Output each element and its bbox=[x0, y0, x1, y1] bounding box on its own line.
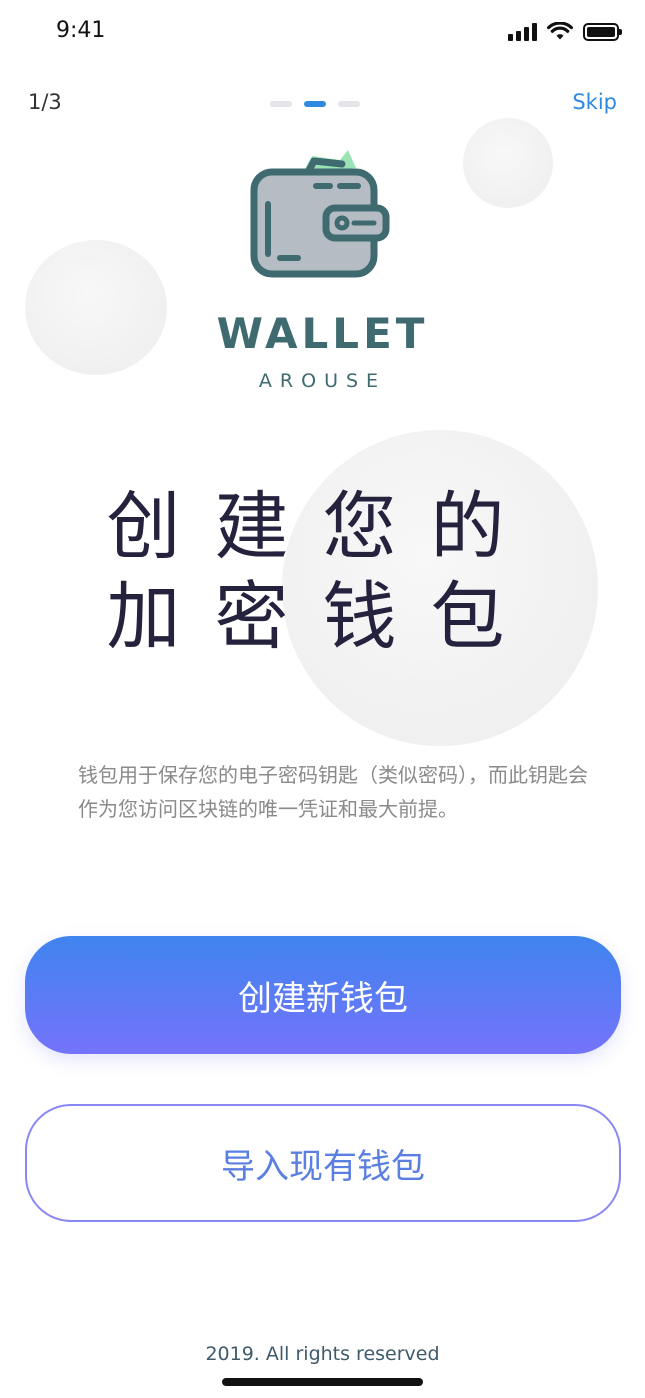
page-counter: 1/3 bbox=[28, 90, 62, 114]
import-wallet-button[interactable]: 导入现有钱包 bbox=[25, 1104, 621, 1222]
page-dot[interactable] bbox=[270, 101, 292, 107]
page-dot-active[interactable] bbox=[304, 101, 326, 107]
title-line-2: 加密钱包 bbox=[106, 574, 539, 660]
home-indicator[interactable] bbox=[222, 1378, 423, 1386]
page-dot[interactable] bbox=[338, 101, 360, 107]
import-wallet-label: 导入现有钱包 bbox=[221, 1146, 425, 1187]
decorative-bubble bbox=[463, 118, 553, 208]
wallet-icon bbox=[250, 150, 390, 278]
wifi-icon bbox=[547, 22, 573, 40]
description-text: 钱包用于保存您的电子密码钥匙（类似密码），而此钥匙会作为您访问区块链的唯一凭证和… bbox=[78, 763, 588, 821]
copyright-text: 2019. All rights reserved bbox=[205, 1343, 440, 1365]
skip-button[interactable]: Skip bbox=[572, 90, 617, 114]
page-title: 创建您的 加密钱包 bbox=[0, 482, 645, 662]
logo-title: WALLET bbox=[216, 309, 429, 358]
create-wallet-button[interactable]: 创建新钱包 bbox=[25, 936, 621, 1054]
page-indicator bbox=[270, 101, 360, 107]
title-line-1: 创建您的 bbox=[106, 484, 539, 570]
battery-icon bbox=[583, 22, 622, 41]
status-icons bbox=[508, 22, 622, 41]
logo-subtitle: AROUSE bbox=[258, 370, 387, 392]
cellular-signal-icon bbox=[508, 22, 537, 41]
status-time: 9:41 bbox=[56, 18, 106, 43]
create-wallet-label: 创建新钱包 bbox=[238, 978, 408, 1019]
